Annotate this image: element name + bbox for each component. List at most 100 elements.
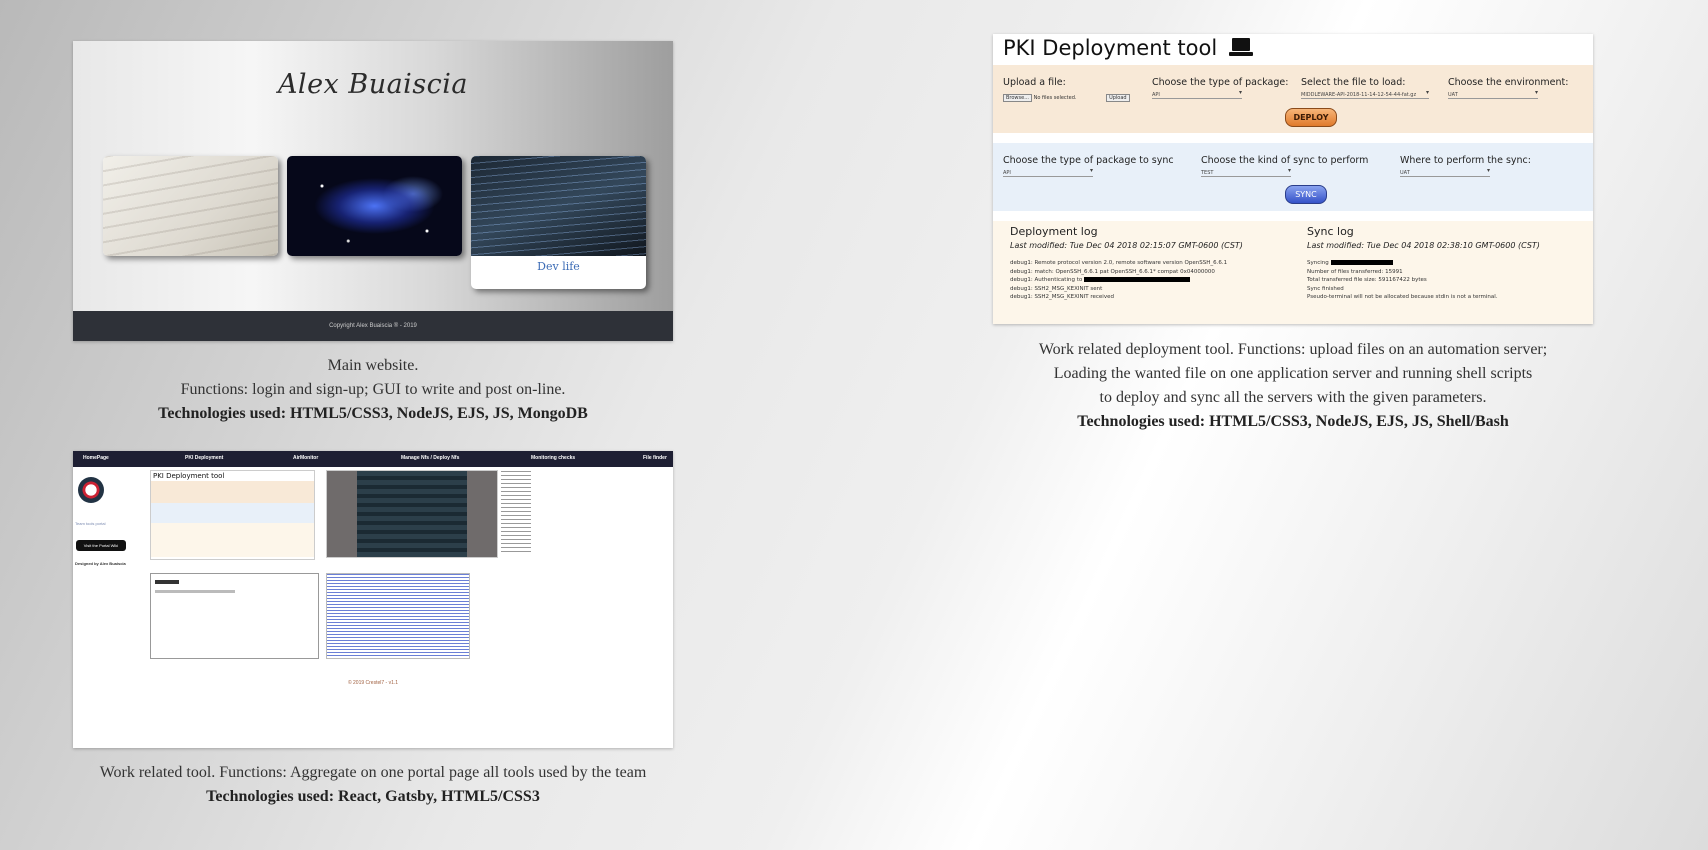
thumb-nfs-form xyxy=(155,590,235,593)
sync-package-select[interactable]: API xyxy=(1003,167,1093,177)
nav-item[interactable]: Monitoring checks xyxy=(531,455,575,461)
writing-image xyxy=(103,156,278,256)
log-line-text: debug1: Authenticating to xyxy=(1010,277,1083,283)
upload-row: Browse... No files selected. Upload xyxy=(1003,94,1130,102)
sync-log-title: Sync log xyxy=(1307,225,1354,238)
env-field: Choose the environment: UAT xyxy=(1448,77,1568,99)
deployment-log-lines: debug1: Remote protocol version 2.0, rem… xyxy=(1010,259,1290,302)
thumb-table[interactable] xyxy=(326,573,470,659)
nav-item[interactable]: Manage Nfs / Deploy Nfs xyxy=(401,455,459,461)
caption-line: Main website. xyxy=(327,357,419,374)
nav-item[interactable]: HomePage xyxy=(83,455,109,461)
log-line: Number of files transferred: 15991 xyxy=(1307,268,1403,275)
file-select[interactable]: MIDDLEWARE-API-2018-11-14-12-54-44-fat.g… xyxy=(1301,89,1429,99)
deployment-log-modified: Last modified: Tue Dec 04 2018 02:15:07 … xyxy=(1010,241,1243,250)
nav-item[interactable]: AirMonitor xyxy=(293,455,318,461)
thumb-terminal xyxy=(357,471,467,557)
log-line: Total transferred file size: 591167422 b… xyxy=(1307,277,1427,283)
sync-where-label: Where to perform the sync: xyxy=(1400,155,1531,166)
card-space[interactable] xyxy=(287,156,462,256)
sync-where-field: Where to perform the sync: UAT xyxy=(1400,155,1531,177)
no-file-text: No files selected. xyxy=(1033,95,1077,101)
designed-by: Designed by Alex Buaiscia xyxy=(75,561,126,566)
thumb-nfs-heading xyxy=(155,580,179,584)
sync-log-lines: Syncing Number of files transferred: 159… xyxy=(1307,259,1587,302)
card-dev-life[interactable]: Dev life xyxy=(471,156,646,289)
log-line: debug1: SSH2_MSG_KEXINIT sent xyxy=(1010,285,1103,292)
main-website-caption: Main website. Functions: login and sign-… xyxy=(73,354,673,426)
card-dev-life-label[interactable]: Dev life xyxy=(471,256,646,289)
project-pki-tool: PKI Deployment tool Upload a file: Brows… xyxy=(993,34,1593,324)
log-line: debug1: match: OpenSSH_6.6.1 pat OpenSSH… xyxy=(1010,268,1215,275)
portal-wiki-button[interactable]: Visit the Portal Wiki xyxy=(76,540,126,551)
caption-technologies: Technologies used: React, Gatsby, HTML5/… xyxy=(206,788,540,805)
main-website-screenshot[interactable]: Alex Buaiscia Dev life Copyright Alex Bu… xyxy=(73,41,673,341)
caption-technologies: Technologies used: HTML5/CSS3, NodeJS, E… xyxy=(158,405,588,422)
nav-item[interactable]: File finder xyxy=(643,455,667,461)
thumb-monitor[interactable] xyxy=(326,470,498,558)
card-writing[interactable] xyxy=(103,156,278,256)
deployment-log-title: Deployment log xyxy=(1010,225,1098,238)
caption-line: Loading the wanted file on one applicati… xyxy=(1053,365,1533,382)
thumb-log-band xyxy=(151,523,314,557)
caption-line: Work related deployment tool. Functions:… xyxy=(1038,341,1548,358)
code-image xyxy=(471,156,646,256)
project-main-website: Alex Buaiscia Dev life Copyright Alex Bu… xyxy=(73,41,673,341)
deploy-section: Upload a file: Browse... No files select… xyxy=(993,65,1593,133)
thumb-file-list[interactable] xyxy=(501,471,531,555)
pki-tool-caption: Work related deployment tool. Functions:… xyxy=(993,338,1593,434)
space-image xyxy=(287,156,462,256)
nav-item[interactable]: PKI Deployment xyxy=(185,455,223,461)
log-line-text: Syncing xyxy=(1307,260,1329,266)
thumb-nfs-manager[interactable] xyxy=(150,573,319,659)
thumb-pki-title: PKI Deployment tool xyxy=(153,472,225,480)
caption-line: Work related tool. Functions: Aggregate … xyxy=(99,764,647,781)
site-footer: Copyright Alex Buaiscia ® - 2019 xyxy=(73,311,673,341)
sync-log: Sync log Last modified: Tue Dec 04 2018 … xyxy=(1307,225,1587,302)
sync-where-select[interactable]: UAT xyxy=(1400,167,1490,177)
package-label: Choose the type of package: xyxy=(1152,77,1289,88)
deploy-button[interactable]: DEPLOY xyxy=(1285,108,1337,127)
portal-screenshot[interactable]: HomePage PKI Deployment AirMonitor Manag… xyxy=(73,451,673,748)
thumb-pki-tool[interactable]: PKI Deployment tool xyxy=(150,470,315,560)
log-line: Pseudo-terminal will not be allocated be… xyxy=(1307,294,1498,300)
log-line: debug1: Remote protocol version 2.0, rem… xyxy=(1010,260,1228,266)
browse-button[interactable]: Browse... xyxy=(1003,94,1032,102)
file-field: Select the file to load: MIDDLEWARE-API-… xyxy=(1301,77,1429,99)
caption-technologies: Technologies used: HTML5/CSS3, NodeJS, E… xyxy=(1077,413,1509,430)
thumb-sync-band xyxy=(151,503,314,523)
sync-kind-label: Choose the kind of sync to perform xyxy=(1201,155,1369,166)
portal-footer: © 2019 Crestel7 - v1.1 xyxy=(347,680,399,686)
sync-package-label: Choose the type of package to sync xyxy=(1003,155,1174,166)
laptop-icon xyxy=(1228,38,1253,56)
env-select[interactable]: UAT xyxy=(1448,89,1538,99)
portal-caption: Work related tool. Functions: Aggregate … xyxy=(73,761,673,809)
sync-package-field: Choose the type of package to sync API xyxy=(1003,155,1174,177)
project-portal: HomePage PKI Deployment AirMonitor Manag… xyxy=(73,451,673,748)
signature-title: Alex Buaiscia xyxy=(277,69,469,100)
pki-title-text: PKI Deployment tool xyxy=(1003,36,1218,60)
upload-button[interactable]: Upload xyxy=(1106,94,1130,102)
redaction-bar xyxy=(1083,277,1190,282)
deployment-log: Deployment log Last modified: Tue Dec 04… xyxy=(1010,225,1290,302)
log-section: Deployment log Last modified: Tue Dec 04… xyxy=(993,221,1593,324)
log-line: debug1: SSH2_MSG_KEXINIT received xyxy=(1010,294,1114,300)
caption-line: Functions: login and sign-up; GUI to wri… xyxy=(180,381,566,398)
sync-kind-select[interactable]: TEST xyxy=(1201,167,1291,177)
env-label: Choose the environment: xyxy=(1448,77,1569,88)
upload-label: Upload a file: xyxy=(1003,77,1066,88)
sidebar-text: Team tools portal xyxy=(75,521,106,526)
sync-button[interactable]: SYNC xyxy=(1285,185,1327,204)
sync-section: Choose the type of package to sync API C… xyxy=(993,143,1593,211)
log-line: debug1: Authenticating to xyxy=(1010,276,1290,285)
log-line: Sync finished xyxy=(1307,285,1344,292)
pki-tool-screenshot[interactable]: PKI Deployment tool Upload a file: Brows… xyxy=(993,34,1593,324)
portal-sidebar: Team tools portal Visit the Portal Wiki … xyxy=(75,471,135,566)
team-logo xyxy=(78,477,104,503)
package-select[interactable]: API xyxy=(1152,89,1242,99)
sync-kind-field: Choose the kind of sync to perform TEST xyxy=(1201,155,1368,177)
log-line: Syncing xyxy=(1307,259,1587,268)
portal-navbar: HomePage PKI Deployment AirMonitor Manag… xyxy=(73,451,673,467)
thumb-deploy-band xyxy=(151,481,314,503)
upload-field: Upload a file: xyxy=(1003,77,1066,88)
